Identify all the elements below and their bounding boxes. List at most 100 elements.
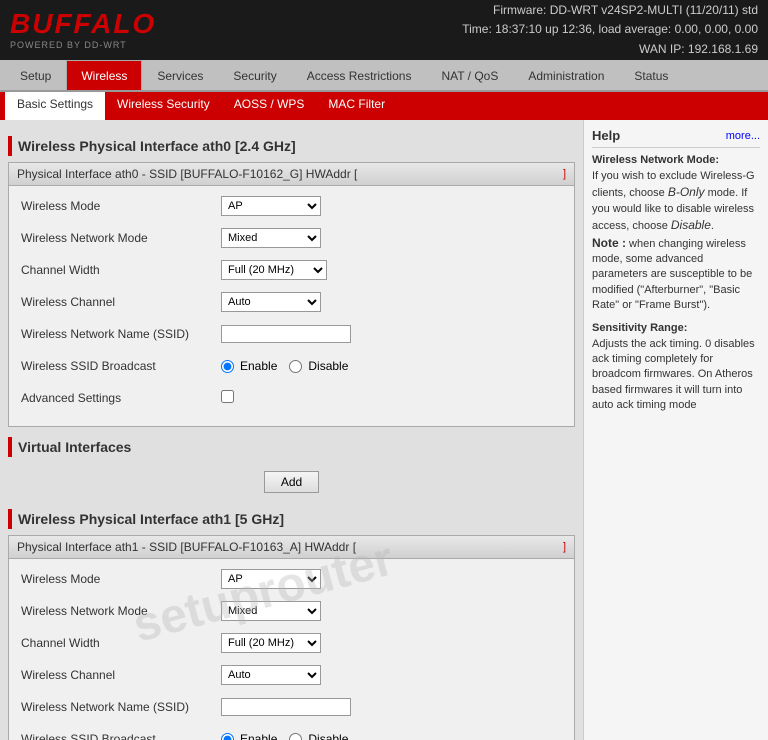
content-area: Wireless Physical Interface ath0 [2.4 GH… — [0, 120, 768, 740]
ssid-label-ath1: Wireless Network Name (SSID) — [21, 700, 221, 714]
network-mode-control-ath0: Mixed B-Only G-Only N-Only Disabled — [221, 228, 562, 248]
channel-width-label-ath1: Channel Width — [21, 636, 221, 650]
form-row-ssid-broadcast-ath1: Wireless SSID Broadcast Enable Disable — [21, 727, 562, 740]
wireless-channel-label-ath1: Wireless Channel — [21, 668, 221, 682]
add-button[interactable]: Add — [264, 471, 319, 493]
wireless-channel-label-ath0: Wireless Channel — [21, 295, 221, 309]
logo-sub: POWERED BY DD-WRT — [10, 40, 156, 50]
ssid-broadcast-control-ath1: Enable Disable — [221, 732, 562, 740]
wireless-channel-select-ath0[interactable]: Auto 1 6 11 — [221, 292, 321, 312]
subnav-aoss-wps[interactable]: AOSS / WPS — [222, 92, 317, 120]
add-btn-row: Add — [8, 463, 575, 501]
help-panel: Help more... Wireless Network Mode: If y… — [583, 120, 768, 740]
interface-box-ath0: Physical Interface ath0 - SSID [BUFFALO-… — [8, 162, 575, 427]
form-row-channel-width-ath0: Channel Width Full (20 MHz) Half (10 MHz… — [21, 258, 562, 282]
interface-ath1-header-text: Physical Interface ath1 - SSID [BUFFALO-… — [17, 540, 356, 554]
interface-box-ath1-header: Physical Interface ath1 - SSID [BUFFALO-… — [9, 536, 574, 559]
help-section-title-0: Wireless Network Mode: — [592, 154, 760, 166]
ssid-broadcast-enable-text-ath1: Enable — [240, 732, 277, 740]
form-row-network-mode-ath0: Wireless Network Mode Mixed B-Only G-Onl… — [21, 226, 562, 250]
wireless-mode-select-ath0[interactable]: AP Client Adhoc — [221, 196, 321, 216]
ssid-broadcast-disable-text-ath0: Disable — [308, 359, 348, 373]
subnav-mac-filter[interactable]: MAC Filter — [316, 92, 397, 120]
ssid-input-ath0[interactable] — [221, 325, 351, 343]
nav-services[interactable]: Services — [142, 60, 218, 90]
page-header: BUFFALO POWERED BY DD-WRT Firmware: DD-W… — [0, 0, 768, 60]
help-header: Help more... — [592, 128, 760, 148]
help-title: Help — [592, 128, 620, 143]
wireless-channel-control-ath1: Auto 36 40 — [221, 665, 562, 685]
section2-bar — [8, 509, 12, 529]
interface-box-ath0-header: Physical Interface ath0 - SSID [BUFFALO-… — [9, 163, 574, 186]
section1-bar — [8, 136, 12, 156]
section1-title: Wireless Physical Interface ath0 [2.4 GH… — [18, 138, 296, 154]
wireless-mode-label-ath0: Wireless Mode — [21, 199, 221, 213]
nav-nat-qos[interactable]: NAT / QoS — [426, 60, 513, 90]
form-row-wireless-channel-ath0: Wireless Channel Auto 1 6 11 — [21, 290, 562, 314]
ssid-broadcast-enable-label-ath0[interactable]: Enable — [221, 359, 277, 373]
wireless-mode-control-ath0: AP Client Adhoc — [221, 196, 562, 216]
form-row-ssid-ath1: Wireless Network Name (SSID) — [21, 695, 562, 719]
wireless-mode-control-ath1: AP Client — [221, 569, 562, 589]
wireless-channel-select-ath1[interactable]: Auto 36 40 — [221, 665, 321, 685]
ssid-broadcast-disable-text-ath1: Disable — [308, 732, 348, 740]
wireless-channel-control-ath0: Auto 1 6 11 — [221, 292, 562, 312]
subnav-wireless-security[interactable]: Wireless Security — [105, 92, 222, 120]
firmware-line2: Time: 18:37:10 up 12:36, load average: 0… — [462, 20, 758, 39]
form-row-advanced-ath0: Advanced Settings — [21, 386, 562, 410]
form-row-wireless-channel-ath1: Wireless Channel Auto 36 40 — [21, 663, 562, 687]
network-mode-label-ath0: Wireless Network Mode — [21, 231, 221, 245]
interface-ath0-header-text: Physical Interface ath0 - SSID [BUFFALO-… — [17, 167, 357, 181]
ssid-broadcast-enable-text-ath0: Enable — [240, 359, 277, 373]
virtual-section-header: Virtual Interfaces — [8, 437, 575, 457]
virtual-section-bar — [8, 437, 12, 457]
network-mode-label-ath1: Wireless Network Mode — [21, 604, 221, 618]
ssid-broadcast-disable-radio-ath1[interactable] — [289, 733, 302, 740]
help-section-title-1: Sensitivity Range: — [592, 322, 760, 334]
nav-administration[interactable]: Administration — [513, 60, 619, 90]
nav-security[interactable]: Security — [218, 60, 291, 90]
ssid-broadcast-label-ath1: Wireless SSID Broadcast — [21, 732, 221, 740]
section2-header: Wireless Physical Interface ath1 [5 GHz] — [8, 509, 575, 529]
wireless-mode-select-ath1[interactable]: AP Client — [221, 569, 321, 589]
wireless-mode-label-ath1: Wireless Mode — [21, 572, 221, 586]
form-row-ssid-ath0: Wireless Network Name (SSID) — [21, 322, 562, 346]
interface-ath1-header-end: ] — [563, 541, 566, 553]
subnav-basic-settings[interactable]: Basic Settings — [5, 92, 105, 120]
firmware-line3: WAN IP: 192.168.1.69 — [462, 40, 758, 59]
ssid-broadcast-enable-radio-ath1[interactable] — [221, 733, 234, 740]
interface-box-ath1: Physical Interface ath1 - SSID [BUFFALO-… — [8, 535, 575, 740]
ssid-broadcast-disable-radio-ath0[interactable] — [289, 360, 302, 373]
nav-wireless[interactable]: Wireless — [66, 60, 142, 90]
channel-width-control-ath0: Full (20 MHz) Half (10 MHz) Quarter (5 M… — [221, 260, 562, 280]
ssid-broadcast-label-ath0: Wireless SSID Broadcast — [21, 359, 221, 373]
ssid-broadcast-enable-label-ath1[interactable]: Enable — [221, 732, 277, 740]
ssid-broadcast-disable-label-ath1[interactable]: Disable — [289, 732, 348, 740]
ssid-label-ath0: Wireless Network Name (SSID) — [21, 327, 221, 341]
ssid-broadcast-enable-radio-ath0[interactable] — [221, 360, 234, 373]
firmware-info: Firmware: DD-WRT v24SP2-MULTI (11/20/11)… — [462, 1, 758, 59]
channel-width-select-ath1[interactable]: Full (20 MHz) Half (10 MHz) — [221, 633, 321, 653]
ssid-input-ath1[interactable] — [221, 698, 351, 716]
interface-ath0-header-end: ] — [563, 168, 566, 180]
network-mode-select-ath1[interactable]: Mixed N-Only Disabled — [221, 601, 321, 621]
advanced-checkbox-ath0[interactable] — [221, 390, 234, 403]
ssid-broadcast-control-ath0: Enable Disable — [221, 359, 562, 373]
channel-width-label-ath0: Channel Width — [21, 263, 221, 277]
form-row-network-mode-ath1: Wireless Network Mode Mixed N-Only Disab… — [21, 599, 562, 623]
nav-access-restrictions[interactable]: Access Restrictions — [292, 60, 427, 90]
network-mode-select-ath0[interactable]: Mixed B-Only G-Only N-Only Disabled — [221, 228, 321, 248]
help-more-link[interactable]: more... — [726, 130, 760, 142]
advanced-label-ath0: Advanced Settings — [21, 391, 221, 405]
virtual-section-title: Virtual Interfaces — [18, 439, 131, 455]
logo-text: BUFFALO — [10, 10, 156, 38]
nav-setup[interactable]: Setup — [5, 60, 66, 90]
network-mode-control-ath1: Mixed N-Only Disabled — [221, 601, 562, 621]
channel-width-select-ath0[interactable]: Full (20 MHz) Half (10 MHz) Quarter (5 M… — [221, 260, 327, 280]
interface-box-ath1-body: Wireless Mode AP Client Wireless Network… — [9, 559, 574, 740]
ssid-broadcast-disable-label-ath0[interactable]: Disable — [289, 359, 348, 373]
section1-header: Wireless Physical Interface ath0 [2.4 GH… — [8, 136, 575, 156]
form-row-channel-width-ath1: Channel Width Full (20 MHz) Half (10 MHz… — [21, 631, 562, 655]
form-row-wireless-mode-ath1: Wireless Mode AP Client — [21, 567, 562, 591]
nav-status[interactable]: Status — [619, 60, 683, 90]
